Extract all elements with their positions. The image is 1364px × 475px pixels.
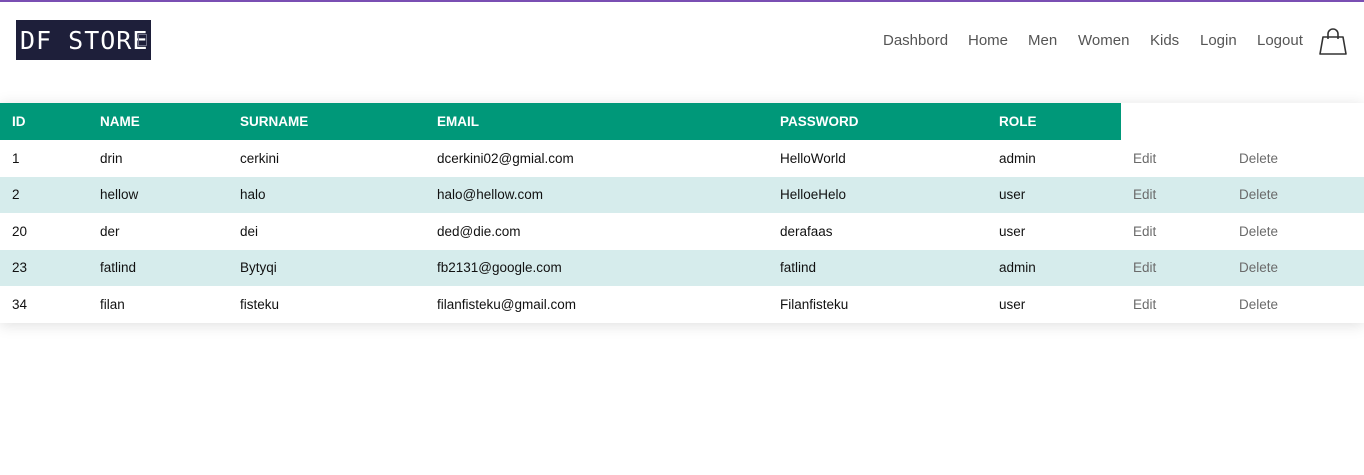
table-row: 1 drin cerkini dcerkini02@gmial.com Hell… <box>0 140 1364 177</box>
delete-link[interactable]: Delete <box>1227 177 1364 214</box>
cell-password: Filanfisteku <box>780 296 849 312</box>
cell-role: user <box>999 223 1026 239</box>
cell-surname: halo <box>240 187 266 203</box>
nav-link-dashbord[interactable]: Dashbord <box>883 32 948 49</box>
table-row: 2 hellow halo halo@hellow.com HelloeHelo… <box>0 176 1364 214</box>
cell-id: 20 <box>12 223 28 239</box>
top-accent-line <box>0 0 1364 2</box>
edit-link[interactable]: Edit <box>1121 177 1227 214</box>
edit-link[interactable]: Edit <box>1121 250 1227 287</box>
cell-role: admin <box>999 150 1036 166</box>
delete-link[interactable]: Delete <box>1227 140 1364 177</box>
delete-link[interactable]: Delete <box>1227 286 1364 323</box>
main-nav: Dashbord Home Men Women Kids Login Logou… <box>0 32 1364 52</box>
cell-role: user <box>999 187 1026 203</box>
nav-link-men[interactable]: Men <box>1028 32 1057 49</box>
table-header-row: ID NAME SURNAME EMAIL PASSWORD ROLE <box>0 103 1364 140</box>
column-header-id: ID <box>0 103 88 140</box>
column-header-email: EMAIL <box>425 103 768 140</box>
cell-email: filanfisteku@gmail.com <box>437 296 577 312</box>
cell-name: drin <box>100 150 123 166</box>
column-header-password: PASSWORD <box>768 103 987 140</box>
cell-password: HelloWorld <box>780 150 846 166</box>
table-row: 23 fatlind Bytyqi fb2131@google.com fatl… <box>0 249 1364 287</box>
column-header-edit-blank <box>1121 103 1227 140</box>
cell-id: 1 <box>12 150 20 166</box>
shopping-bag-icon[interactable] <box>1318 26 1348 56</box>
users-table-container: ID NAME SURNAME EMAIL PASSWORD ROLE 1 dr… <box>0 103 1364 323</box>
cell-email: fb2131@google.com <box>437 260 562 276</box>
cell-id: 23 <box>12 260 28 276</box>
cell-surname: fisteku <box>240 296 280 312</box>
edit-link[interactable]: Edit <box>1121 286 1227 323</box>
edit-link[interactable]: Edit <box>1121 140 1227 177</box>
cell-password: HelloeHelo <box>780 187 847 203</box>
table-row: 20 der dei ded@die.com derafaas user Edi… <box>0 213 1364 250</box>
column-header-role: ROLE <box>987 103 1121 140</box>
nav-link-kids[interactable]: Kids <box>1150 32 1179 49</box>
column-header-delete-blank <box>1227 103 1364 140</box>
column-header-surname: SURNAME <box>228 103 425 140</box>
cell-id: 34 <box>12 296 28 312</box>
cell-name: der <box>100 223 120 239</box>
cell-surname: cerkini <box>240 150 280 166</box>
table-row: 34 filan fisteku filanfisteku@gmail.com … <box>0 286 1364 323</box>
cell-name: hellow <box>100 187 139 203</box>
cell-name: fatlind <box>100 260 137 276</box>
cell-password: fatlind <box>780 260 817 276</box>
nav-link-home[interactable]: Home <box>968 32 1008 49</box>
cell-surname: dei <box>240 223 259 239</box>
delete-link[interactable]: Delete <box>1227 250 1364 287</box>
delete-link[interactable]: Delete <box>1227 213 1364 250</box>
column-header-name: NAME <box>88 103 228 140</box>
cell-id: 2 <box>12 187 20 203</box>
nav-link-women[interactable]: Women <box>1078 32 1129 49</box>
cell-password: derafaas <box>780 223 833 239</box>
cell-email: ded@die.com <box>437 223 521 239</box>
cell-role: user <box>999 296 1026 312</box>
users-table: ID NAME SURNAME EMAIL PASSWORD ROLE 1 dr… <box>0 103 1364 323</box>
nav-link-logout[interactable]: Logout <box>1257 32 1303 49</box>
cell-name: filan <box>100 296 125 312</box>
edit-link[interactable]: Edit <box>1121 213 1227 250</box>
cell-role: admin <box>999 260 1036 276</box>
cell-surname: Bytyqi <box>240 260 277 276</box>
cell-email: dcerkini02@gmial.com <box>437 150 574 166</box>
cell-email: halo@hellow.com <box>437 187 544 203</box>
nav-link-login[interactable]: Login <box>1200 32 1237 49</box>
